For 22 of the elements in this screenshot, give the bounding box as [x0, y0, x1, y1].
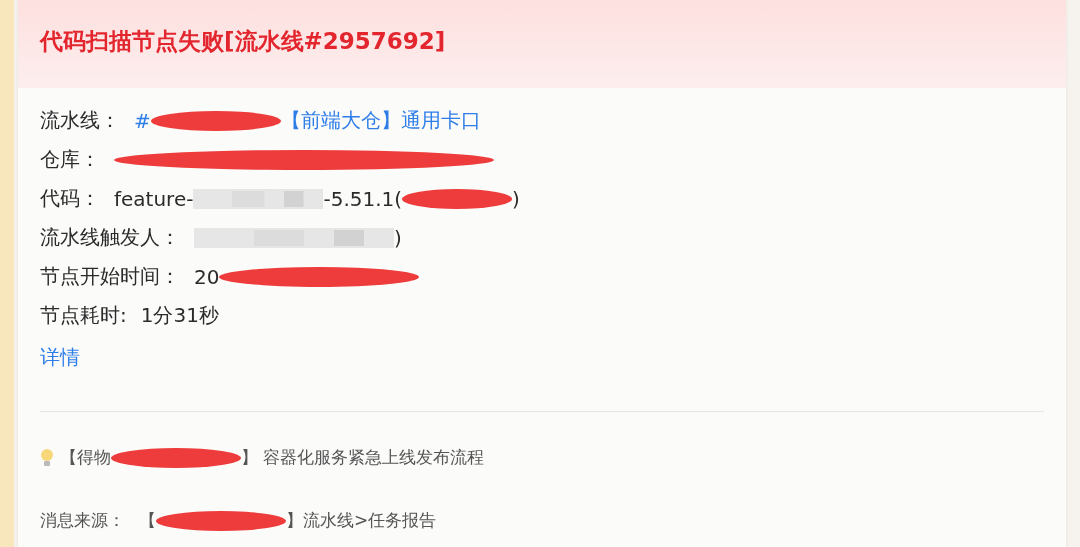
- source-label: 消息来源：: [40, 509, 125, 532]
- lightbulb-icon: [40, 447, 54, 468]
- field-label: 代码：: [40, 185, 100, 212]
- field-label: 节点耗时:: [40, 302, 127, 329]
- value-text: 1分31秒: [140, 302, 219, 329]
- value-text: -5.51.1(: [323, 186, 403, 211]
- value-text: 】流水线>任务报告: [286, 509, 437, 532]
- card-title: 代码扫描节点失败[流水线#2957692]: [40, 27, 447, 56]
- link-text[interactable]: 【前端大仓】通用卡口: [280, 107, 481, 134]
- value-text: ): [512, 186, 520, 211]
- field-label: 流水线：: [40, 107, 120, 134]
- value-text: 【: [139, 509, 156, 532]
- detail-link[interactable]: 详情: [40, 344, 80, 371]
- value-text: 20: [194, 264, 220, 289]
- field-label: 仓库：: [40, 146, 100, 173]
- value-text: feature-: [114, 186, 194, 211]
- field-label: 节点开始时间：: [40, 263, 180, 290]
- value-text: ): [394, 225, 402, 250]
- field-label: 流水线触发人：: [40, 224, 180, 251]
- value-text: 】 容器化服务紧急上线发布流程: [241, 446, 485, 469]
- link-text[interactable]: #: [134, 108, 151, 133]
- value-text: 【得物: [60, 446, 111, 469]
